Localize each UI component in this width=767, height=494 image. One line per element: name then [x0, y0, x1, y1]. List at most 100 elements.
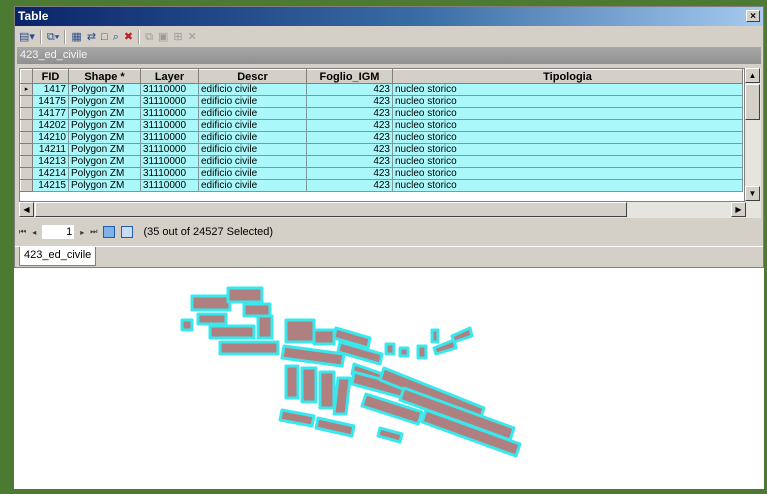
- row-selector-header[interactable]: [20, 69, 33, 84]
- table-row[interactable]: 14177 Polygon ZM 31110000 edificio civil…: [20, 107, 743, 120]
- building-polygon[interactable]: [416, 344, 428, 360]
- table-row[interactable]: 14211 Polygon ZM 31110000 edificio civil…: [20, 143, 743, 156]
- building-polygon[interactable]: [312, 328, 336, 346]
- column-header-descr[interactable]: Descr: [198, 69, 307, 84]
- building-polygon[interactable]: [190, 294, 232, 312]
- cell-shape[interactable]: Polygon ZM: [68, 95, 141, 108]
- vertical-scrollbar[interactable]: ▲ ▼: [745, 68, 761, 202]
- cell-descr[interactable]: edificio civile: [198, 131, 307, 144]
- cell-fid[interactable]: 1417: [32, 83, 69, 96]
- cell-fid[interactable]: 14213: [32, 155, 69, 168]
- column-header-fid[interactable]: FID: [32, 69, 69, 84]
- switch-selection-icon[interactable]: ⇄: [87, 30, 96, 44]
- cell-foglio-igm[interactable]: 423: [306, 107, 393, 120]
- cell-layer[interactable]: 31110000: [140, 131, 199, 144]
- cell-fid[interactable]: 14202: [32, 119, 69, 132]
- cell-foglio-igm[interactable]: 423: [306, 119, 393, 132]
- cell-descr[interactable]: edificio civile: [198, 119, 307, 132]
- attribute-grid[interactable]: FID Shape * Layer Descr Foglio_IGM Tipol…: [19, 68, 745, 202]
- row-selector[interactable]: [20, 107, 33, 120]
- cell-tipologia[interactable]: nucleo storico: [392, 143, 743, 156]
- scroll-down-button[interactable]: ▼: [745, 186, 760, 201]
- column-header-shape[interactable]: Shape *: [68, 69, 141, 84]
- cell-descr[interactable]: edificio civile: [198, 143, 307, 156]
- table-options-icon[interactable]: ▤▾: [19, 30, 35, 44]
- cell-descr[interactable]: edificio civile: [198, 83, 307, 96]
- cell-tipologia[interactable]: nucleo storico: [392, 131, 743, 144]
- column-header-foglio-igm[interactable]: Foglio_IGM: [306, 69, 393, 84]
- table-row[interactable]: 14214 Polygon ZM 31110000 edificio civil…: [20, 167, 743, 180]
- delete-icon[interactable]: ✕: [188, 30, 197, 44]
- row-selector[interactable]: ▸: [20, 83, 33, 96]
- cell-shape[interactable]: Polygon ZM: [68, 143, 141, 156]
- map-view[interactable]: [14, 268, 764, 489]
- building-polygon[interactable]: [450, 326, 474, 344]
- cell-descr[interactable]: edificio civile: [198, 95, 307, 108]
- building-polygon[interactable]: [430, 328, 440, 344]
- horizontal-scroll-thumb[interactable]: [35, 202, 627, 217]
- cell-descr[interactable]: edificio civile: [198, 155, 307, 168]
- building-polygon[interactable]: [218, 340, 280, 356]
- cell-foglio-igm[interactable]: 423: [306, 95, 393, 108]
- building-polygon[interactable]: [284, 364, 300, 400]
- copy-icon[interactable]: ⧉: [145, 30, 153, 44]
- show-all-records-button[interactable]: [103, 226, 116, 238]
- add-icon[interactable]: ⊞: [173, 30, 182, 44]
- cell-layer[interactable]: 31110000: [140, 95, 199, 108]
- tab-423-ed-civile[interactable]: 423_ed_civile: [19, 247, 97, 266]
- table-row[interactable]: 14175 Polygon ZM 31110000 edificio civil…: [20, 95, 743, 108]
- paste-icon[interactable]: ▣: [158, 30, 168, 44]
- building-polygon[interactable]: [314, 416, 356, 438]
- cell-fid[interactable]: 14214: [32, 167, 69, 180]
- cell-fid[interactable]: 14210: [32, 131, 69, 144]
- table-row[interactable]: 14215 Polygon ZM 31110000 edificio civil…: [20, 179, 743, 192]
- show-selected-records-button[interactable]: [121, 226, 134, 238]
- cell-shape[interactable]: Polygon ZM: [68, 131, 141, 144]
- cell-descr[interactable]: edificio civile: [198, 179, 307, 192]
- cell-layer[interactable]: 31110000: [140, 179, 199, 192]
- related-tables-icon[interactable]: ⧉▾: [47, 30, 59, 44]
- building-polygon[interactable]: [208, 324, 256, 340]
- record-number-field[interactable]: 1: [42, 225, 75, 239]
- map-canvas[interactable]: [14, 268, 764, 489]
- vertical-scroll-thumb[interactable]: [745, 84, 760, 120]
- title-bar[interactable]: Table ×: [15, 7, 763, 26]
- next-record-icon[interactable]: ▸: [80, 228, 84, 237]
- scroll-up-button[interactable]: ▲: [745, 68, 760, 83]
- table-row[interactable]: ▸ 1417 Polygon ZM 31110000 edificio civi…: [20, 83, 743, 96]
- cell-shape[interactable]: Polygon ZM: [68, 83, 141, 96]
- cell-shape[interactable]: Polygon ZM: [68, 107, 141, 120]
- cell-foglio-igm[interactable]: 423: [306, 155, 393, 168]
- cell-layer[interactable]: 31110000: [140, 107, 199, 120]
- cell-tipologia[interactable]: nucleo storico: [392, 107, 743, 120]
- row-selector[interactable]: [20, 95, 33, 108]
- cell-descr[interactable]: edificio civile: [198, 167, 307, 180]
- building-polygon[interactable]: [180, 318, 194, 332]
- cell-fid[interactable]: 14177: [32, 107, 69, 120]
- column-header-layer[interactable]: Layer: [140, 69, 199, 84]
- building-polygon[interactable]: [376, 426, 404, 444]
- last-record-icon[interactable]: ⏭: [90, 227, 97, 237]
- table-row[interactable]: 14213 Polygon ZM 31110000 edificio civil…: [20, 155, 743, 168]
- previous-record-icon[interactable]: ◂: [32, 228, 36, 237]
- row-selector[interactable]: [20, 119, 33, 132]
- cell-layer[interactable]: 31110000: [140, 83, 199, 96]
- row-selector[interactable]: [20, 131, 33, 144]
- cell-foglio-igm[interactable]: 423: [306, 143, 393, 156]
- building-polygon[interactable]: [332, 376, 352, 416]
- cell-foglio-igm[interactable]: 423: [306, 167, 393, 180]
- column-header-tipologia[interactable]: Tipologia: [392, 69, 743, 84]
- cell-fid[interactable]: 14215: [32, 179, 69, 192]
- building-polygon[interactable]: [300, 366, 318, 404]
- cell-foglio-igm[interactable]: 423: [306, 83, 393, 96]
- delete-selected-icon[interactable]: ✖: [124, 30, 133, 44]
- building-polygon[interactable]: [226, 286, 264, 304]
- cell-tipologia[interactable]: nucleo storico: [392, 83, 743, 96]
- cell-descr[interactable]: edificio civile: [198, 107, 307, 120]
- table-row[interactable]: 14202 Polygon ZM 31110000 edificio civil…: [20, 119, 743, 132]
- cell-layer[interactable]: 31110000: [140, 167, 199, 180]
- building-polygon[interactable]: [242, 302, 272, 318]
- cell-layer[interactable]: 31110000: [140, 143, 199, 156]
- building-polygon[interactable]: [256, 314, 274, 340]
- cell-layer[interactable]: 31110000: [140, 119, 199, 132]
